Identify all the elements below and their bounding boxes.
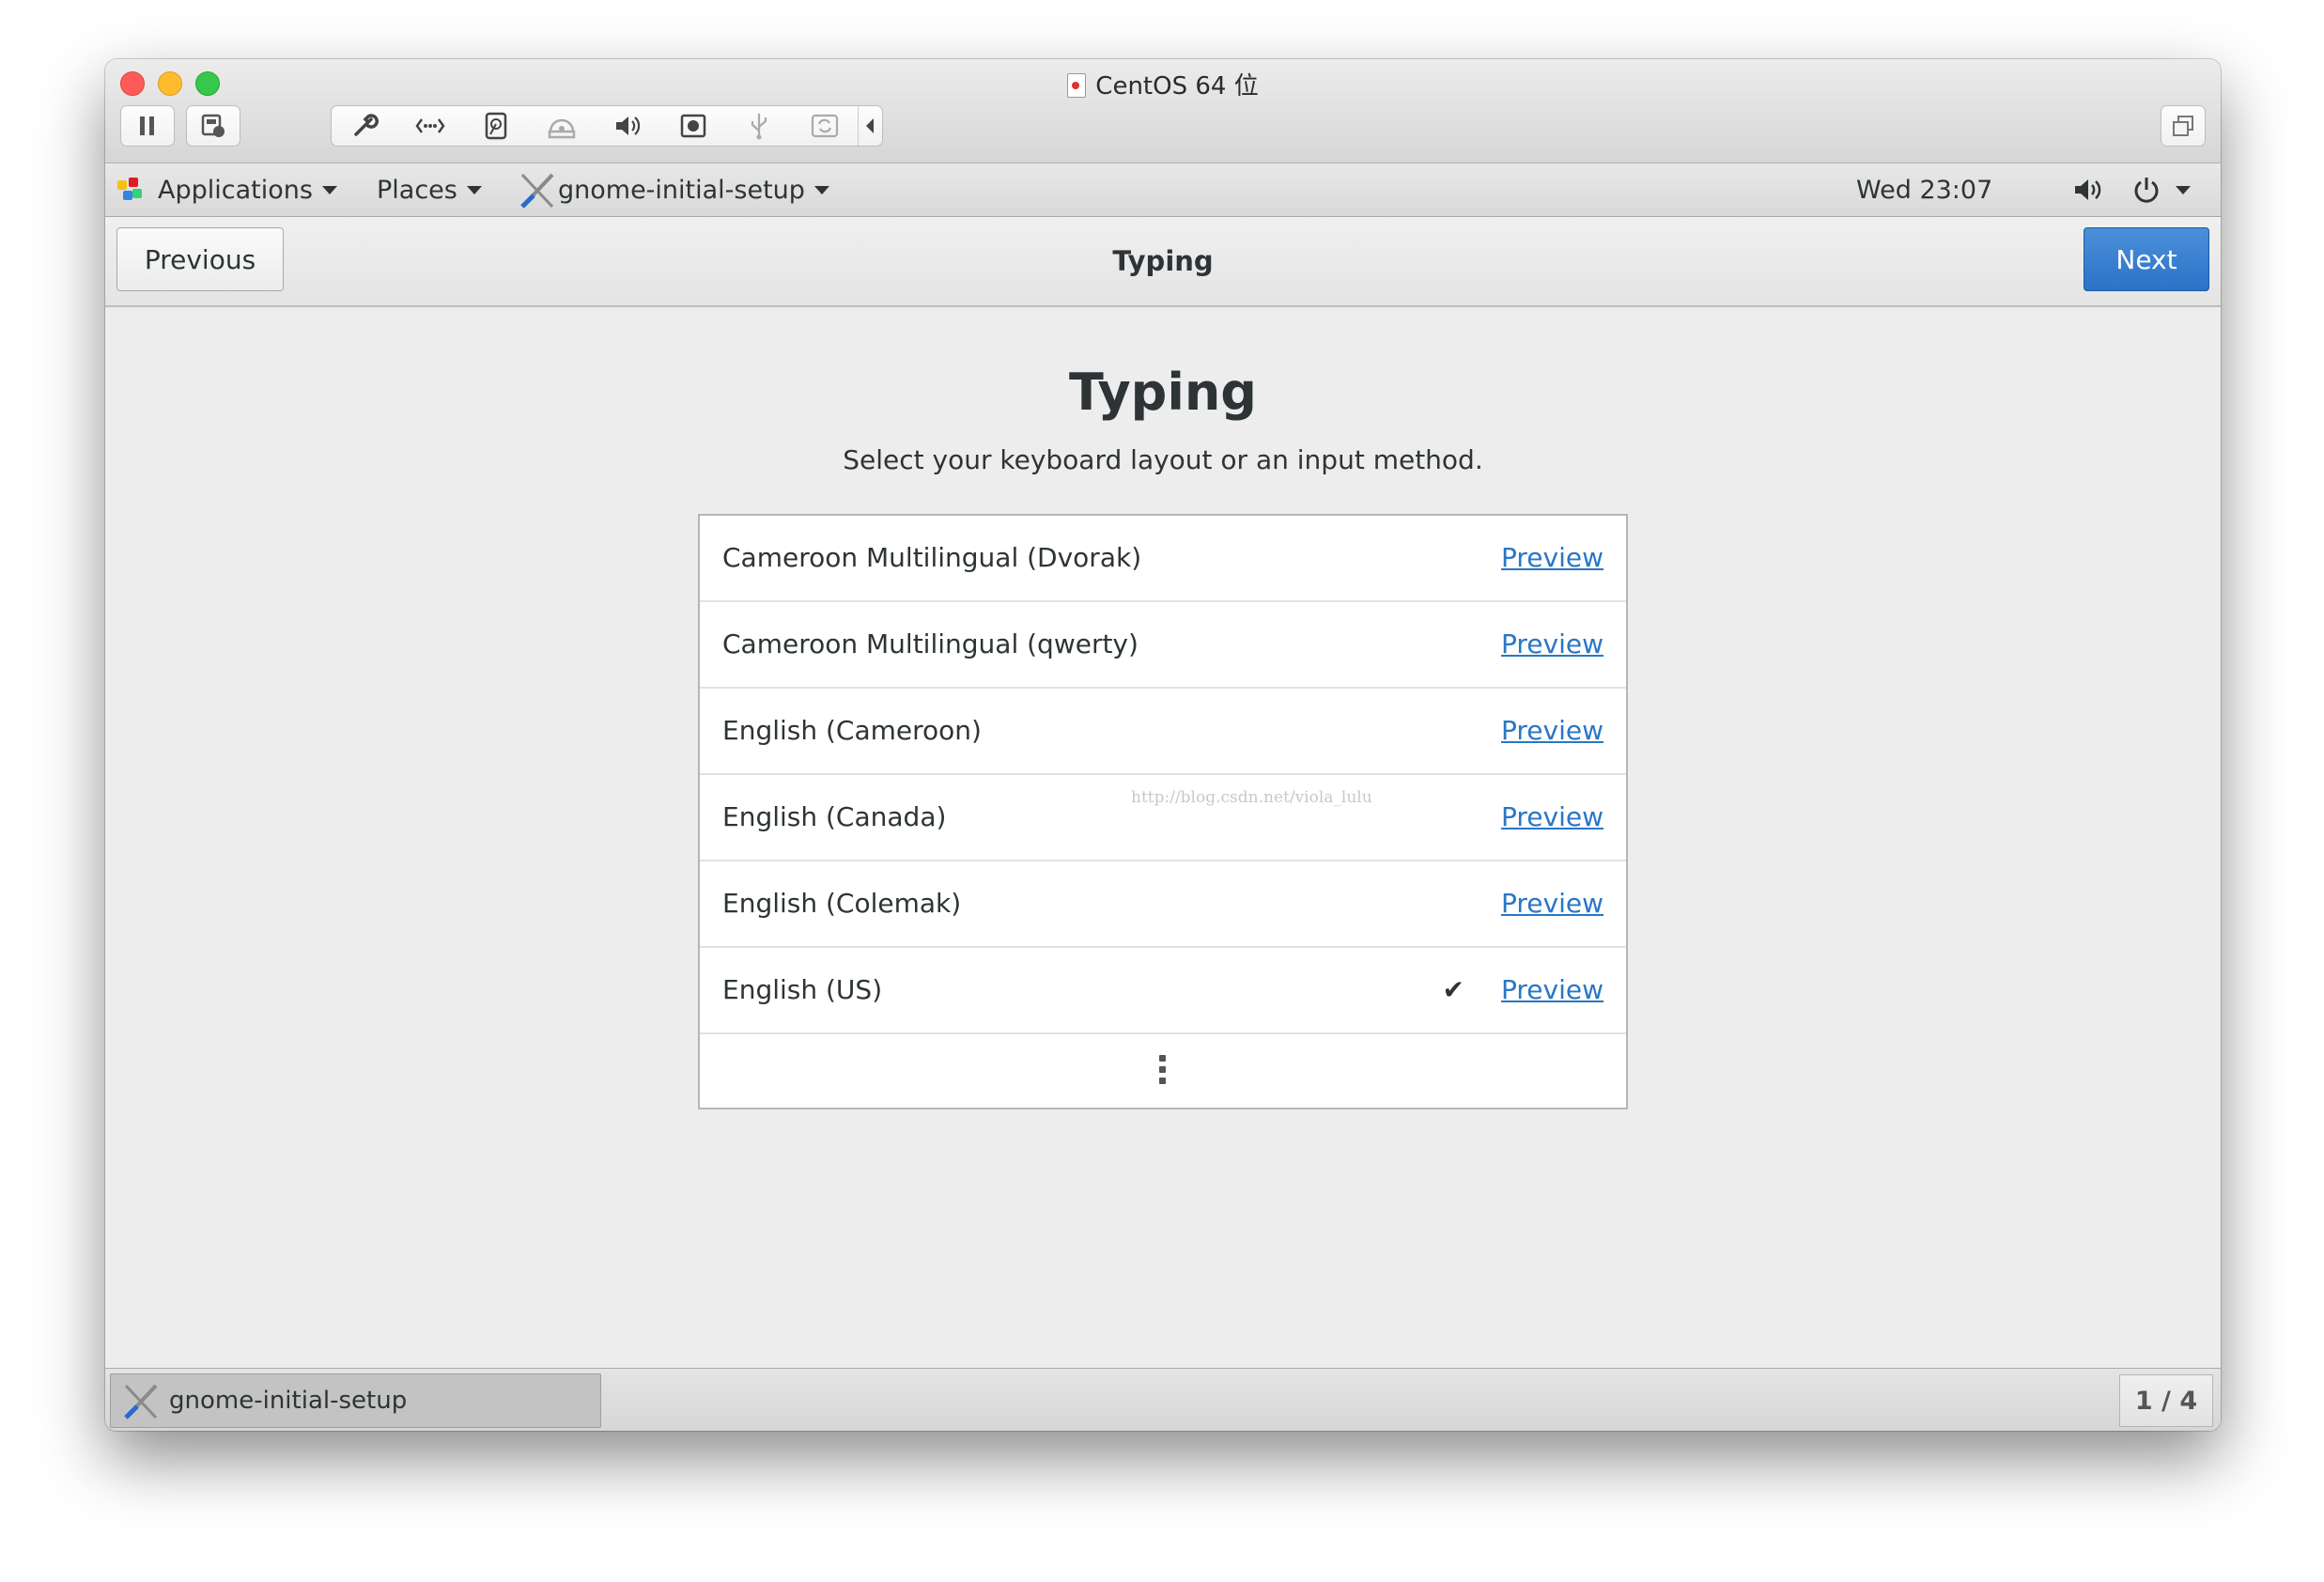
volume-icon xyxy=(2075,179,2101,200)
usb-button[interactable] xyxy=(726,106,792,146)
preview-link[interactable]: Preview xyxy=(1501,689,1604,773)
layout-row[interactable]: English (Cameroon) Preview xyxy=(700,689,1626,775)
layout-name: Cameroon Multilingual (Dvorak) xyxy=(722,542,1142,573)
volume-indicator[interactable] xyxy=(2072,163,2102,216)
vm-window: CentOS 64 位 Applications Places gnome-in… xyxy=(105,59,2221,1431)
cd-drive-icon xyxy=(548,118,576,139)
layout-name: Cameroon Multilingual (qwerty) xyxy=(722,628,1139,659)
layout-name: English (Colemak) xyxy=(722,888,962,919)
network-icon xyxy=(415,118,445,133)
more-vertical-icon xyxy=(1159,1055,1167,1089)
fullscreen-button[interactable] xyxy=(2161,105,2206,147)
clock[interactable]: Wed 23:07 xyxy=(1856,163,1992,216)
gnome-foot-icon xyxy=(116,178,142,202)
clock-label: Wed 23:07 xyxy=(1856,175,1993,205)
bottom-taskbar: gnome-initial-setup 1 / 4 xyxy=(105,1368,2221,1431)
checkmark-icon: ✔ xyxy=(1442,974,1464,1005)
mac-titlebar: CentOS 64 位 xyxy=(105,59,2221,163)
layout-name: English (Cameroon) xyxy=(722,715,982,746)
layout-row-selected[interactable]: English (US) ✔ Preview xyxy=(700,948,1626,1034)
gnome-top-bar: Applications Places gnome-initial-setup … xyxy=(105,163,2221,217)
fullscreen-icon xyxy=(2173,116,2193,136)
preview-link[interactable]: Preview xyxy=(1501,516,1604,600)
preview-link[interactable]: Preview xyxy=(1501,602,1604,687)
app-menu-label: gnome-initial-setup xyxy=(558,175,805,205)
tools-icon xyxy=(124,1384,158,1419)
layout-row[interactable]: Cameroon Multilingual (qwerty) Preview xyxy=(700,602,1626,689)
speaker-icon xyxy=(616,116,641,135)
taskbar-window-button[interactable]: gnome-initial-setup xyxy=(110,1373,601,1428)
pause-icon xyxy=(140,116,154,135)
caret-down-icon xyxy=(2176,185,2191,194)
watermark: http://blog.csdn.net/viola_lulu xyxy=(1131,788,1372,807)
taskbar-window-label: gnome-initial-setup xyxy=(169,1387,408,1415)
layout-row[interactable]: English (Colemak) Preview xyxy=(700,861,1626,948)
caret-down-icon xyxy=(813,185,829,194)
usb-icon xyxy=(751,114,767,140)
keyboard-layout-list: Cameroon Multilingual (Dvorak) Preview C… xyxy=(698,514,1628,1109)
network-button[interactable] xyxy=(397,106,463,146)
hard-disk-button[interactable] xyxy=(463,106,529,146)
snapshot-icon xyxy=(201,114,225,137)
hard-disk-icon xyxy=(485,112,507,140)
sync-icon xyxy=(811,114,839,138)
next-button[interactable]: Next xyxy=(2084,227,2209,291)
settings-button[interactable] xyxy=(332,106,397,146)
page-subtitle: Select your keyboard layout or an input … xyxy=(843,444,1483,475)
more-layouts-row[interactable] xyxy=(700,1034,1626,1109)
snapshot-button[interactable] xyxy=(186,105,240,147)
caret-down-icon xyxy=(321,185,337,194)
cd-drive-button[interactable] xyxy=(529,106,595,146)
layout-name: English (US) xyxy=(722,974,883,1005)
layout-name: English (Canada) xyxy=(722,801,947,832)
header-title: Typing xyxy=(1112,245,1214,277)
camera-button[interactable] xyxy=(660,106,726,146)
tools-icon xyxy=(520,173,554,209)
sync-button[interactable] xyxy=(792,106,858,146)
sound-button[interactable] xyxy=(595,106,660,146)
caret-down-icon xyxy=(466,185,482,194)
preview-link[interactable]: Preview xyxy=(1501,948,1604,1032)
document-icon xyxy=(1067,73,1087,98)
system-menu[interactable] xyxy=(2132,163,2191,216)
places-label: Places xyxy=(377,175,457,205)
vm-toolbar-group xyxy=(331,105,883,147)
workspace-indicator[interactable]: 1 / 4 xyxy=(2119,1374,2213,1427)
places-menu[interactable]: Places xyxy=(377,163,482,216)
pause-button[interactable] xyxy=(120,105,175,147)
power-icon xyxy=(2134,178,2159,203)
preview-link[interactable]: Preview xyxy=(1501,775,1604,860)
applications-menu[interactable]: Applications xyxy=(116,163,337,216)
wrench-icon xyxy=(354,114,379,136)
window-title: CentOS 64 位 xyxy=(105,67,2221,101)
toolbar-collapse-button[interactable] xyxy=(858,106,881,146)
caret-left-icon xyxy=(866,118,874,133)
layout-row[interactable]: Cameroon Multilingual (Dvorak) Preview xyxy=(700,516,1626,602)
page-title: Typing xyxy=(1069,363,1257,422)
applications-label: Applications xyxy=(158,175,313,205)
app-menu[interactable]: gnome-initial-setup xyxy=(519,163,829,216)
preview-link[interactable]: Preview xyxy=(1501,861,1604,946)
setup-header-bar: Previous Typing Next xyxy=(105,217,2221,307)
camera-icon xyxy=(680,114,706,138)
